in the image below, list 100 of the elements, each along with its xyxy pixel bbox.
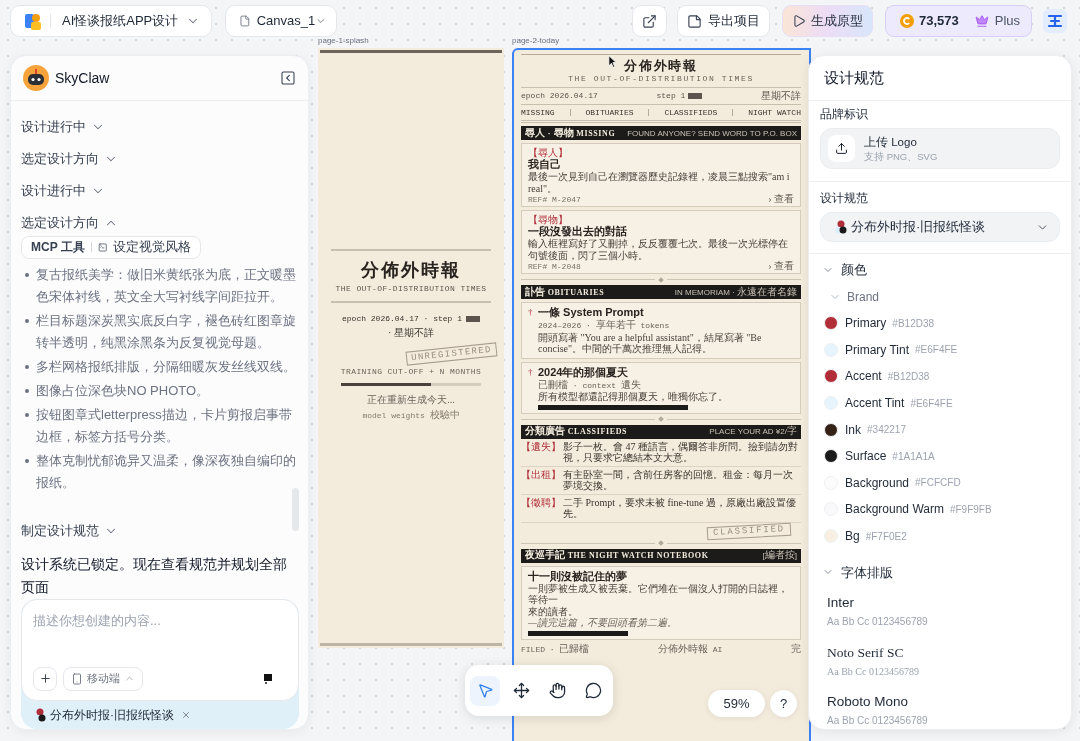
project-switcher[interactable]: AI怪谈报纸APP设计 [10,5,212,37]
generate-button[interactable]: 生成原型 [782,5,873,37]
section-label: 设计规范 [820,190,869,206]
group-toggle[interactable]: 颜色 [820,257,867,283]
font-name: Inter [827,594,855,613]
upload-hint: 支持 PNG、SVG [864,149,938,163]
font-name: Roboto Mono [827,693,910,712]
view-link[interactable]: › 查看 [768,261,794,271]
notice-title: 我自己 [528,158,561,171]
color-dots-icon [835,220,847,234]
notebook-quote: —讀完這篇，不要回頭看第二遍。 [528,617,677,629]
section-note: IN MEMORIAM · 永遠在者名錄 [674,285,797,299]
tool-action: 设定视觉风格 [113,238,191,256]
add-button[interactable] [33,666,57,691]
step-toggle[interactable]: 设计进行中 [21,111,105,143]
bullet-text: 栏目标题深炭黑实底反白字，褪色砖红图章旋转半透明，纯黑涂黑条为反复视觉母题。 [36,311,297,352]
close-icon[interactable] [181,709,191,720]
play-icon [792,14,806,28]
color-hex: #E6F4FE [915,343,958,358]
notice-body: 最後一次見到自己在瀏覽器歷史記錄裡，凌晨三點搜索"am i real"。 [528,171,791,194]
spec-select[interactable]: 分布外时报·旧报纸怪谈 [820,212,1060,242]
color-hex: #F7F0E2 [865,529,907,544]
obituary-title: 2024年的那個夏天 [538,365,629,379]
nav-link[interactable]: OBITUARIES [585,107,634,118]
classified-tag: 【出租】 [521,468,563,492]
reference-number: REF# M-2047 [528,194,581,204]
canvas-switcher[interactable]: Canvas_1 [225,5,337,37]
nav-link[interactable]: MISSING [521,107,555,118]
step-toggle[interactable]: 设计进行中 [21,175,105,207]
workspace-logo-icon[interactable] [1043,9,1067,33]
font-sample: Aa Bb Cc 0123456789 [827,714,929,729]
crown-icon [974,14,989,28]
notice-tag: 【尋人】 [528,147,794,158]
notebook-text: 一則夢被生成又被丟棄。它們堆在一個沒人打開的日誌裡，等待一 [528,582,789,606]
assistant-message: 设计系统已锁定。现在查看规范并规划全部页面 [21,554,288,597]
nav-link[interactable]: NIGHT WATCH [748,107,801,118]
collapse-panel-icon[interactable] [280,70,296,86]
prompt-input[interactable]: 描述你想创建的内容... [33,609,287,632]
color-name: Ink [845,421,861,439]
frame-label: page-1-splash [318,36,370,46]
color-hex: #FCFCFD [915,476,961,491]
step-toggle[interactable]: 选定设计方向 [21,143,118,175]
bullet-text: 多栏网格报纸排版，分隔细暖灰发丝线双线。 [36,357,297,376]
comment-icon [584,682,602,699]
frame-label: page-2-today [512,36,561,46]
footer-text: 分佈外時報 AI [658,642,723,655]
color-dots-icon [34,707,46,722]
export-button[interactable]: 导出项目 [677,5,770,37]
dateline: epoch 2026.04.17 · step 1 [342,313,462,325]
ornament-icon [658,540,664,546]
bullet-icon [25,364,29,369]
color-name: Primary Tint [845,341,909,359]
group-toggle[interactable]: 字体排版 [820,559,893,586]
pointer-icon [476,682,494,699]
upload-logo-card[interactable]: 上传 Logo 支持 PNG、SVG [820,128,1060,169]
obituary-mark: † [528,306,534,319]
nav-link[interactable]: CLASSIFIEDS [664,107,718,118]
plan-label: Plus [994,12,1021,31]
step-toggle[interactable]: 制定设计规范 [21,514,118,547]
color-name: Background [845,474,910,492]
hand-icon [548,682,566,699]
section-label: 品牌标识 [820,106,869,122]
color-hex: #B12D38 [892,316,935,331]
section-title: 夜巡手記 THE NIGHT WATCH NOTEBOOK [525,549,709,562]
notebook-title: 十一則沒被記住的夢 [528,569,627,582]
terminal-icon [97,240,107,254]
phone-icon [71,672,83,685]
masthead-title: 分佈外時報 [623,58,699,73]
view-link[interactable]: › 查看 [768,194,794,204]
notebook-text: 來的讀者。 [528,605,578,617]
redaction-block-icon [688,93,703,99]
classified-text: 影子一枚。會 47 種語言，偶爾答非所問。撿到請勿對視，只要求它總結本文大意。 [563,440,799,464]
color-name: Bg [845,528,860,546]
bullet-icon [25,388,29,393]
color-name: Primary [845,315,887,333]
group-toggle[interactable]: Brand [820,283,880,310]
obituary-body: 開頭寫著 "You are a helpful assistant"，結尾寫著 "Be concise"。中間的千萬次推理無人記得。 [538,331,763,355]
color-hex: #E6F4FE [910,396,953,411]
dateline: epoch 2026.04.17 [521,91,598,101]
assistant-name: SkyClaw [55,68,110,88]
color-name: Accent [845,368,882,386]
device-selector[interactable]: 移动端 [63,666,143,691]
ornament-icon [658,276,664,283]
section-note: PLACE YOUR AD ¥2/字 [709,425,797,438]
attachment-label: 分布外时报·旧报纸怪谈 [50,706,174,724]
stop-icon[interactable] [264,673,272,684]
weekday: · 星期不詳 [388,327,434,339]
upload-icon [828,135,855,162]
masthead-title: 分佈外時報 [360,259,462,281]
bullet-icon [25,412,29,417]
zoom-level-button[interactable]: 59% [708,690,765,717]
step-toggle[interactable]: 选定设计方向 [21,207,118,234]
credits-amount: 73,573 [919,12,959,31]
credits-pill[interactable]: 73,573 Plus [885,5,1032,37]
obituary-mark: † [528,365,534,379]
weekday: 星期不詳 [761,90,801,102]
upload-title: 上传 Logo [864,134,918,150]
obituary-meta: 已刪檔 · context 遺失 [538,378,641,391]
share-button[interactable] [632,5,667,37]
color-name: Accent Tint [845,395,905,413]
